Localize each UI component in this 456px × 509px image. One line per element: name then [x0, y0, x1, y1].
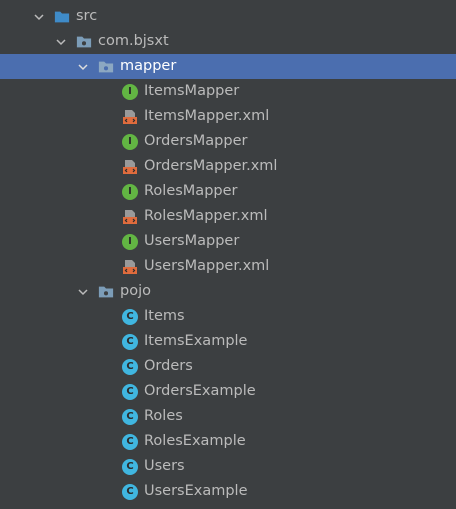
tree-node-file[interactable]: UsersMapper.xml [0, 254, 456, 279]
interface-badge: I [122, 83, 138, 100]
class-badge: C [122, 483, 138, 500]
source-folder-icon [54, 9, 70, 25]
project-tree: src com.bjsxt mapper I ItemsMapper Items… [0, 0, 456, 509]
tree-node-file[interactable]: I ItemsMapper [0, 79, 456, 104]
tree-node-label: OrdersExample [144, 383, 256, 399]
chevron-down-icon[interactable] [76, 60, 90, 74]
tree-node-src[interactable]: src [0, 4, 456, 29]
class-badge: C [122, 358, 138, 375]
tree-node-file[interactable]: I UsersMapper [0, 229, 456, 254]
package-icon [98, 284, 114, 300]
interface-icon: I [122, 183, 138, 200]
tree-node-file[interactable]: C OrdersExample [0, 379, 456, 404]
package-icon [76, 34, 92, 50]
tree-node-label: OrdersMapper.xml [144, 158, 278, 174]
interface-badge: I [122, 233, 138, 250]
tree-node-label: RolesMapper.xml [144, 208, 268, 224]
tree-node-label: ItemsMapper.xml [144, 108, 270, 124]
interface-badge: I [122, 133, 138, 150]
tree-node-file[interactable]: C RolesExample [0, 429, 456, 454]
chevron-down-icon[interactable] [54, 35, 68, 49]
tree-node-package-com-bjsxt[interactable]: com.bjsxt [0, 29, 456, 54]
xml-file-icon [122, 159, 138, 175]
interface-icon: I [122, 133, 138, 150]
class-icon: C [122, 458, 138, 475]
tree-node-file[interactable]: RolesMapper.xml [0, 204, 456, 229]
class-badge: C [122, 433, 138, 450]
tree-node-label: RolesMapper [144, 183, 238, 199]
tree-node-label: Orders [144, 358, 193, 374]
tree-node-label: ItemsExample [144, 333, 248, 349]
tree-node-label: mapper [120, 58, 177, 74]
chevron-down-icon[interactable] [32, 10, 46, 24]
tree-node-file[interactable]: I OrdersMapper [0, 129, 456, 154]
class-icon: C [122, 358, 138, 375]
tree-node-file[interactable]: C Users [0, 454, 456, 479]
class-icon: C [122, 333, 138, 350]
class-icon: C [122, 308, 138, 325]
tree-node-label: pojo [120, 283, 151, 299]
chevron-down-icon[interactable] [76, 285, 90, 299]
tree-node-file[interactable]: C UsersExample [0, 479, 456, 504]
class-badge: C [122, 383, 138, 400]
tree-node-label: ItemsMapper [144, 83, 240, 99]
tree-node-file[interactable]: C ItemsExample [0, 329, 456, 354]
tree-node-label: UsersMapper.xml [144, 258, 270, 274]
xml-file-icon [122, 209, 138, 225]
tree-node-pojo[interactable]: pojo [0, 279, 456, 304]
tree-node-file[interactable]: C Items [0, 304, 456, 329]
class-icon: C [122, 408, 138, 425]
tree-node-label: RolesExample [144, 433, 246, 449]
tree-node-label: Roles [144, 408, 183, 424]
tree-node-label: src [76, 8, 98, 24]
class-badge: C [122, 333, 138, 350]
tree-node-label: UsersExample [144, 483, 248, 499]
tree-node-file[interactable]: I RolesMapper [0, 179, 456, 204]
interface-badge: I [122, 183, 138, 200]
tree-node-label: Items [144, 308, 185, 324]
xml-file-icon [122, 109, 138, 125]
tree-node-label: UsersMapper [144, 233, 240, 249]
class-icon: C [122, 383, 138, 400]
package-icon [98, 59, 114, 75]
class-icon: C [122, 483, 138, 500]
tree-node-mapper[interactable]: mapper [0, 54, 456, 79]
tree-node-label: com.bjsxt [98, 33, 169, 49]
tree-node-file[interactable]: C Roles [0, 404, 456, 429]
tree-node-file[interactable]: OrdersMapper.xml [0, 154, 456, 179]
tree-node-label: Users [144, 458, 185, 474]
class-badge: C [122, 458, 138, 475]
xml-file-icon [122, 259, 138, 275]
class-badge: C [122, 308, 138, 325]
interface-icon: I [122, 83, 138, 100]
interface-icon: I [122, 233, 138, 250]
tree-node-file[interactable]: ItemsMapper.xml [0, 104, 456, 129]
class-icon: C [122, 433, 138, 450]
tree-node-file[interactable]: C Orders [0, 354, 456, 379]
class-badge: C [122, 408, 138, 425]
tree-node-label: OrdersMapper [144, 133, 248, 149]
